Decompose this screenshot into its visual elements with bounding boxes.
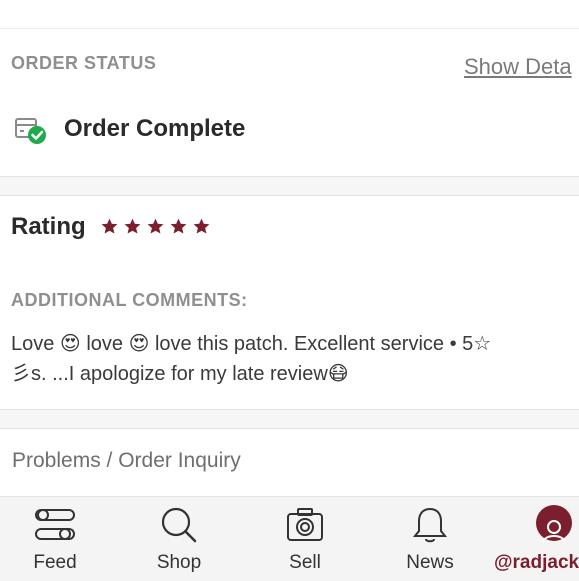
problems-order-inquiry-link[interactable]: Problems / Order Inquiry: [12, 449, 241, 473]
search-icon: [161, 507, 197, 543]
tab-news-label: News: [406, 552, 454, 573]
tab-feed[interactable]: Feed: [0, 497, 110, 581]
star-icon: [170, 218, 187, 234]
order-status-text: Order Complete: [64, 115, 246, 142]
order-status-row: [14, 112, 48, 148]
star-icon: [124, 218, 141, 234]
tab-news[interactable]: News: [375, 497, 485, 581]
star-icon: [101, 218, 118, 234]
package-complete-icon: [14, 113, 48, 147]
feed-icon: [35, 509, 75, 540]
section-divider: [0, 176, 579, 196]
rating-stars: [100, 217, 211, 236]
comment-text: Love 😍 love 😍 love this patch. Excellent…: [11, 333, 492, 385]
rating-label: Rating: [11, 213, 86, 240]
tab-shop-label: Shop: [156, 552, 202, 573]
tab-shop[interactable]: Shop: [124, 497, 234, 581]
star-icon: [147, 218, 164, 234]
tab-profile-label: @radjack: [494, 552, 579, 573]
tab-feed-label: Feed: [33, 552, 77, 573]
order-status-label: ORDER STATUS: [11, 53, 157, 73]
avatar: [536, 505, 572, 543]
show-details-link[interactable]: Show Deta: [464, 54, 572, 80]
tab-sell-label: Sell: [289, 552, 321, 573]
tab-sell[interactable]: Sell: [250, 497, 360, 581]
star-icon: [193, 218, 210, 234]
section-divider: [0, 409, 579, 429]
tab-profile[interactable]: @radjack: [494, 497, 579, 581]
bottom-tab-bar: Feed Shop Sell News @radjack: [0, 496, 579, 581]
bell-icon: [412, 507, 448, 543]
camera-icon: [287, 508, 323, 541]
top-divider: [0, 28, 579, 29]
additional-comments-label: ADDITIONAL COMMENTS:: [11, 290, 248, 310]
